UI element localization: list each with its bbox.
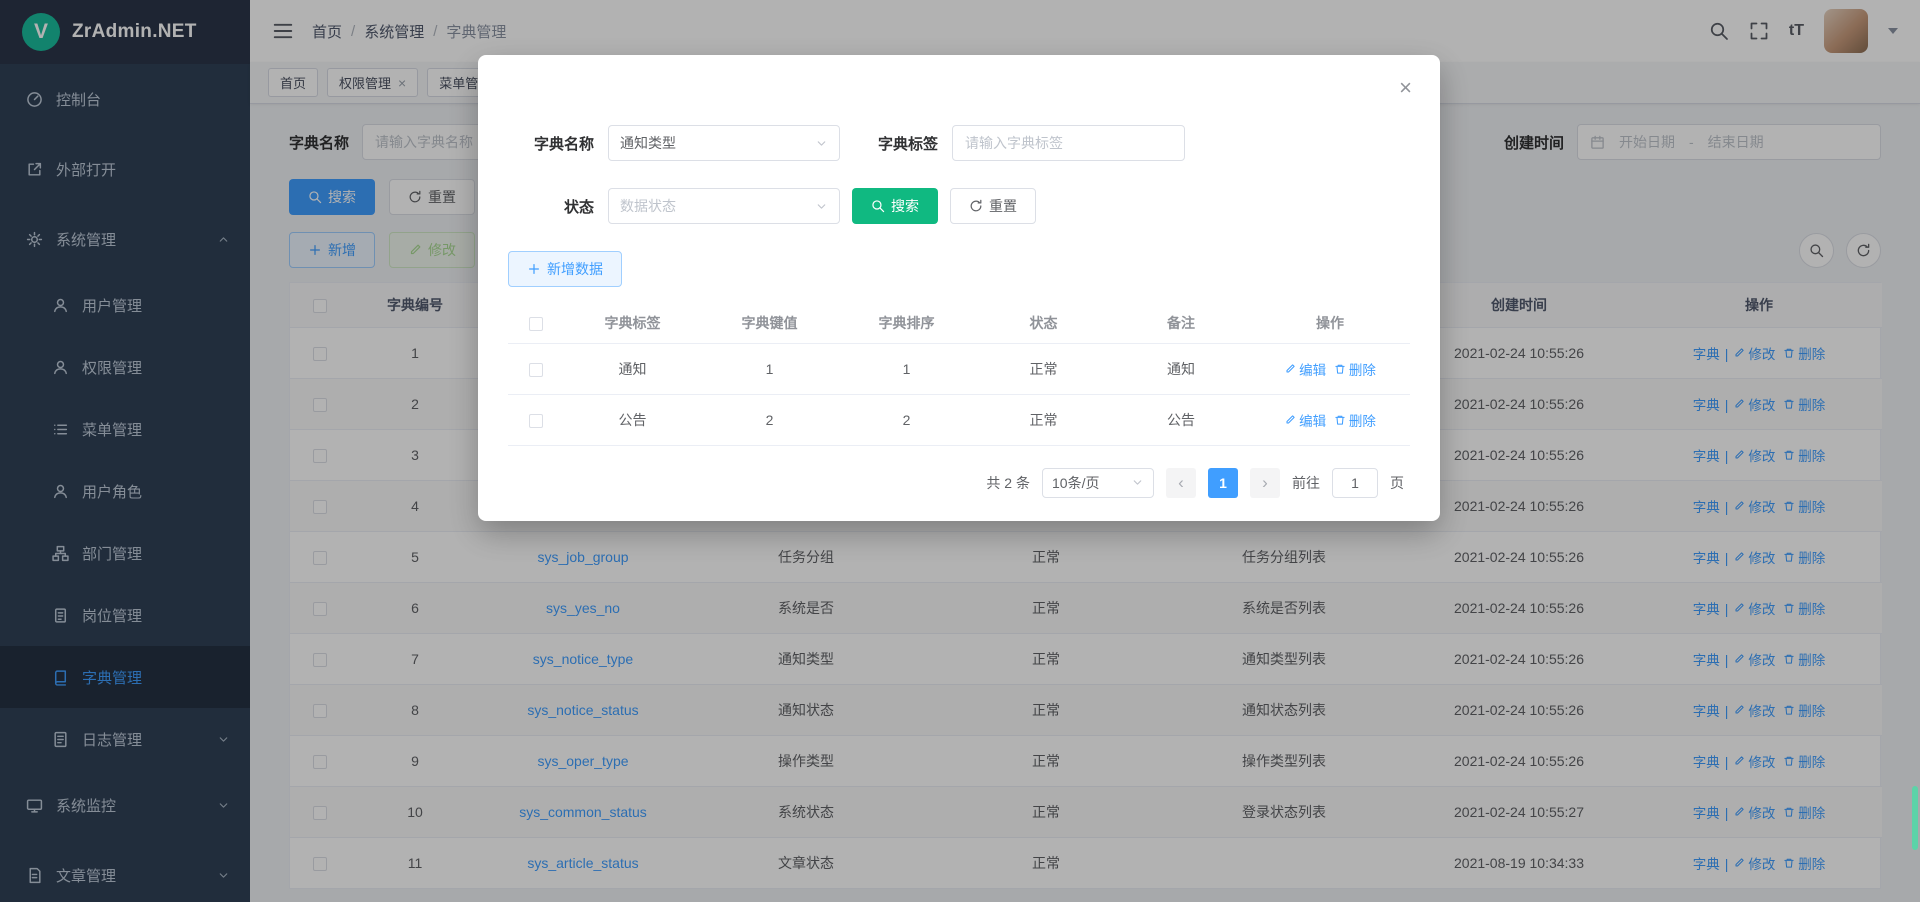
modal-table-row: 公告 2 2 正常 公告 编辑 删除 (508, 394, 1410, 445)
modal-reset-button[interactable]: 重置 (950, 188, 1036, 224)
modal-table-header-row: 字典标签 字典键值 字典排序 状态 备注 操作 (508, 303, 1410, 343)
chevron-down-icon (1131, 476, 1144, 489)
status-select[interactable]: 数据状态 (608, 188, 840, 224)
goto-page-input[interactable] (1332, 468, 1378, 498)
plus-icon (527, 262, 541, 276)
row-checkbox[interactable] (529, 363, 543, 377)
current-page-button[interactable]: 1 (1208, 468, 1238, 498)
dict-name-label: 字典名称 (508, 133, 594, 154)
col-remark: 备注 (1112, 303, 1250, 343)
page-size-select[interactable]: 10条/页 (1042, 468, 1154, 498)
pen-icon (1284, 414, 1296, 426)
dict-name-select[interactable]: 通知类型 (608, 125, 840, 161)
next-page-button[interactable]: › (1250, 468, 1280, 498)
refresh-icon (969, 199, 983, 213)
select-all-checkbox[interactable] (529, 317, 543, 331)
dict-label-label: 字典标签 (866, 133, 938, 154)
trash-icon (1334, 363, 1346, 375)
dict-label-input[interactable] (952, 125, 1185, 161)
col-dict-sort: 字典排序 (838, 303, 975, 343)
modal-filter-row-2: 状态 数据状态 搜索 重置 (508, 188, 1410, 224)
col-actions: 操作 (1250, 303, 1410, 343)
pagination-total: 共 2 条 (986, 473, 1030, 493)
pagination: 共 2 条 10条/页 ‹ 1 › 前往 页 (508, 468, 1410, 498)
prev-page-button[interactable]: ‹ (1166, 468, 1196, 498)
modal-filter-row-1: 字典名称 通知类型 字典标签 (508, 55, 1410, 161)
modal-search-button[interactable]: 搜索 (852, 188, 938, 224)
chevron-down-icon (815, 137, 828, 150)
search-icon (871, 199, 885, 213)
trash-icon (1334, 414, 1346, 426)
add-data-button[interactable]: 新增数据 (508, 251, 622, 287)
delete-link[interactable]: 删除 (1334, 359, 1376, 379)
close-icon[interactable]: × (1399, 77, 1412, 99)
col-dict-value: 字典键值 (701, 303, 838, 343)
scrollbar-thumb[interactable] (1912, 786, 1918, 850)
edit-link[interactable]: 编辑 (1284, 359, 1326, 379)
goto-label: 前往 (1292, 473, 1320, 493)
page-unit-label: 页 (1390, 473, 1404, 493)
delete-link[interactable]: 删除 (1334, 410, 1376, 430)
chevron-down-icon (815, 200, 828, 213)
row-checkbox[interactable] (529, 414, 543, 428)
col-dict-label: 字典标签 (564, 303, 701, 343)
modal-table-row: 通知 1 1 正常 通知 编辑 删除 (508, 343, 1410, 394)
dict-data-table: 字典标签 字典键值 字典排序 状态 备注 操作 通知 1 1 正常 通知 编辑 … (508, 303, 1410, 446)
dict-data-dialog: × 字典名称 通知类型 字典标签 状态 数据状态 搜索 重置 (478, 55, 1440, 521)
edit-link[interactable]: 编辑 (1284, 410, 1326, 430)
status-label: 状态 (508, 196, 594, 217)
col-status: 状态 (975, 303, 1112, 343)
pen-icon (1284, 363, 1296, 375)
